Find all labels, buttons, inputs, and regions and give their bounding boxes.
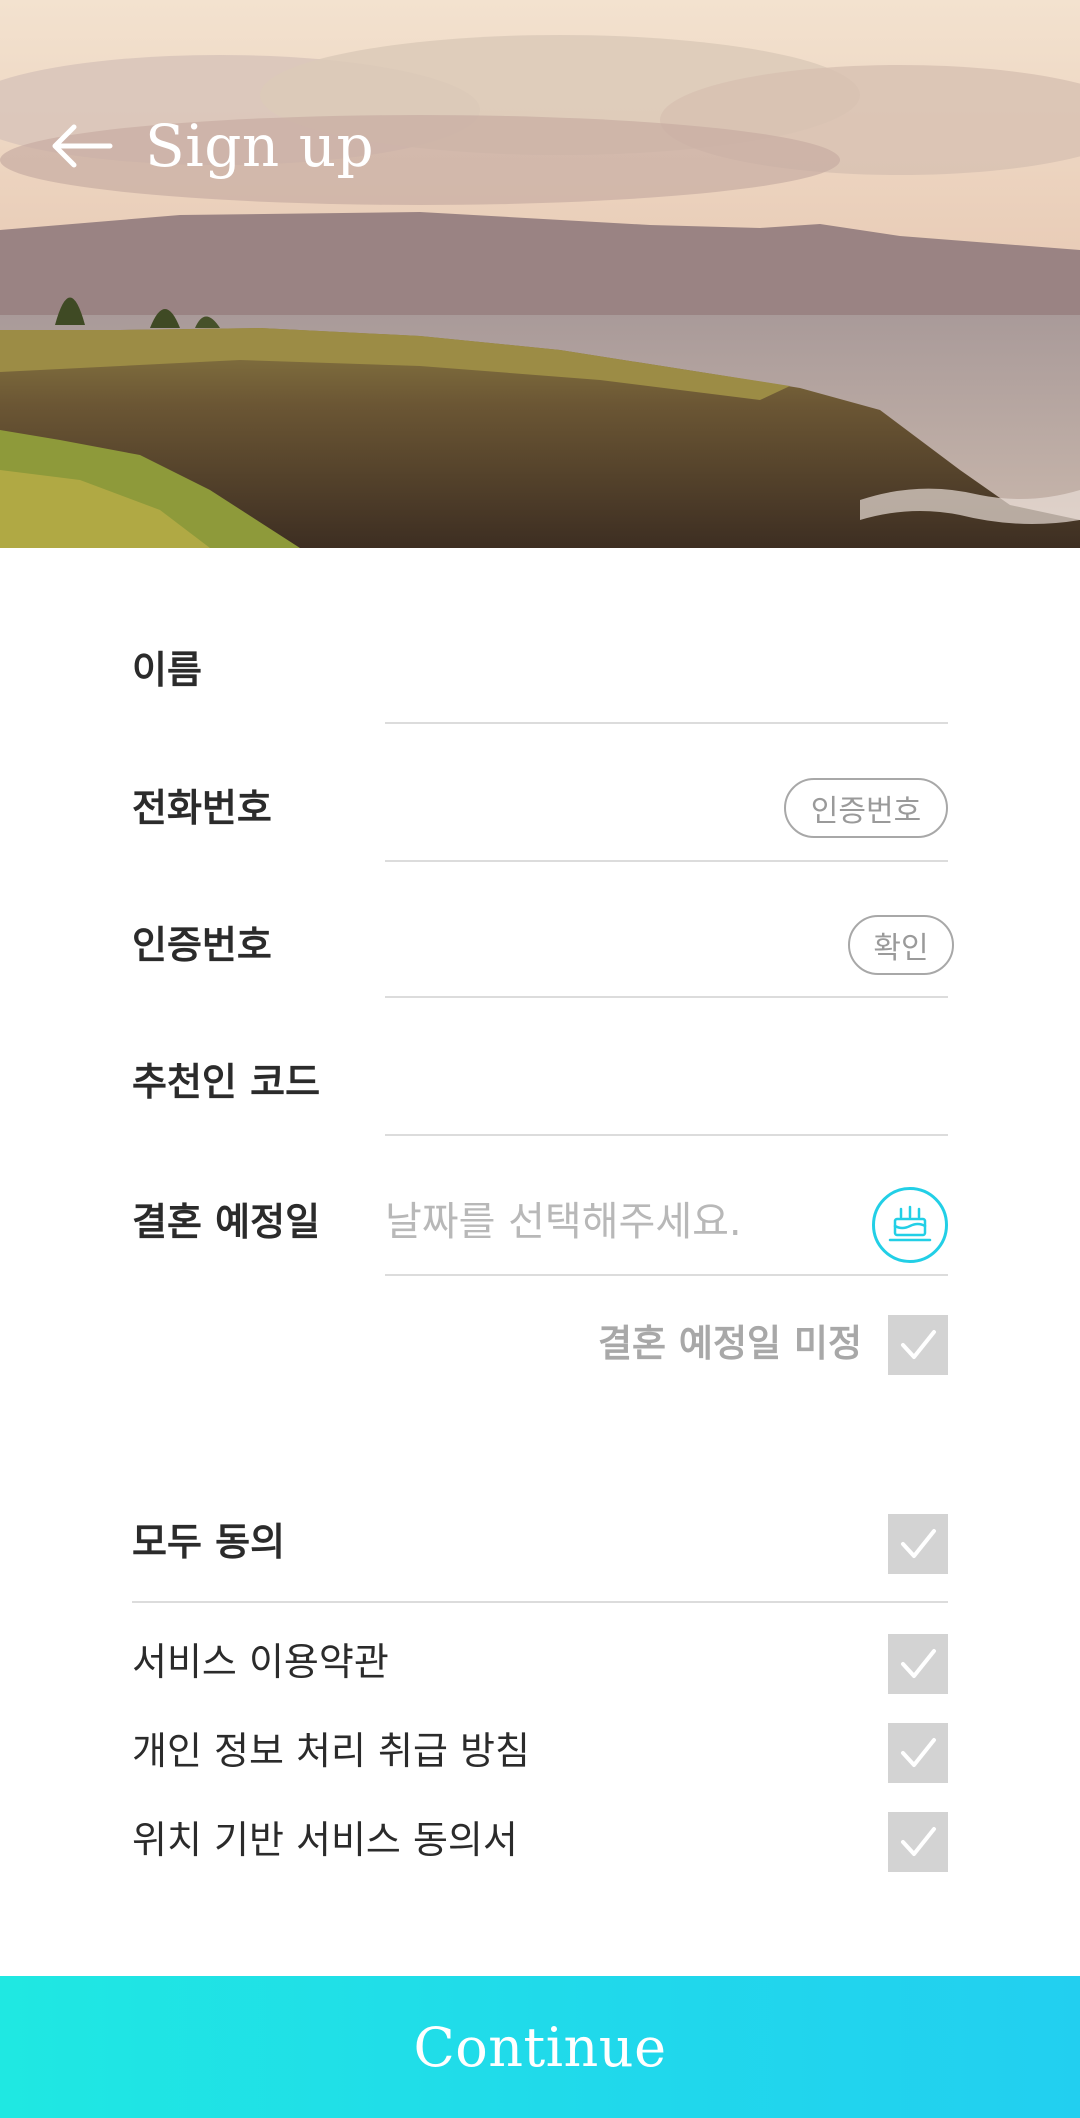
request-code-button[interactable]: 인증번호 bbox=[784, 778, 948, 838]
phone-label: 전화번호 bbox=[132, 786, 272, 830]
agree-all-checkbox[interactable] bbox=[888, 1514, 948, 1574]
referral-underline bbox=[385, 1134, 948, 1136]
continue-button[interactable]: Continue bbox=[0, 1976, 1080, 2118]
confirm-button[interactable]: 확인 bbox=[848, 915, 954, 975]
wedding-undecided-checkbox[interactable] bbox=[888, 1315, 948, 1375]
referral-input[interactable] bbox=[385, 1070, 948, 1126]
name-underline bbox=[385, 722, 948, 724]
arrow-left-icon bbox=[52, 124, 113, 168]
terms-of-service-label: 서비스 이용약관 bbox=[132, 1640, 389, 1684]
check-icon bbox=[901, 1330, 936, 1359]
privacy-policy-label: 개인 정보 처리 취급 방침 bbox=[132, 1729, 530, 1773]
agreement-divider bbox=[132, 1601, 948, 1603]
page-title: Sign up bbox=[145, 112, 375, 180]
hero-image bbox=[0, 0, 1080, 548]
check-icon bbox=[901, 1529, 936, 1558]
terms-of-service-checkbox[interactable] bbox=[888, 1634, 948, 1694]
cake-icon bbox=[888, 1205, 932, 1242]
location-consent-label: 위치 기반 서비스 동의서 bbox=[132, 1818, 518, 1862]
referral-label: 추천인 코드 bbox=[132, 1060, 321, 1104]
check-icon bbox=[901, 1738, 936, 1767]
check-icon bbox=[901, 1649, 936, 1678]
verify-label: 인증번호 bbox=[132, 923, 272, 967]
check-icon bbox=[901, 1827, 936, 1856]
name-input[interactable] bbox=[385, 658, 948, 714]
verify-underline bbox=[385, 996, 948, 998]
phone-underline bbox=[385, 860, 948, 862]
continue-label: Continue bbox=[413, 2015, 667, 2079]
wedding-date-label: 결혼 예정일 bbox=[132, 1200, 321, 1244]
agree-all-label: 모두 동의 bbox=[132, 1520, 286, 1564]
date-picker-button[interactable] bbox=[872, 1187, 948, 1263]
location-consent-checkbox[interactable] bbox=[888, 1812, 948, 1872]
privacy-policy-checkbox[interactable] bbox=[888, 1723, 948, 1783]
wedding-date-input[interactable] bbox=[385, 1194, 855, 1250]
wedding-date-underline bbox=[385, 1274, 948, 1276]
back-button[interactable] bbox=[50, 118, 118, 174]
wedding-undecided-label: 결혼 예정일 미정 bbox=[597, 1322, 862, 1365]
phone-input[interactable] bbox=[385, 796, 765, 852]
name-label: 이름 bbox=[132, 648, 202, 692]
verify-input[interactable] bbox=[385, 933, 825, 989]
